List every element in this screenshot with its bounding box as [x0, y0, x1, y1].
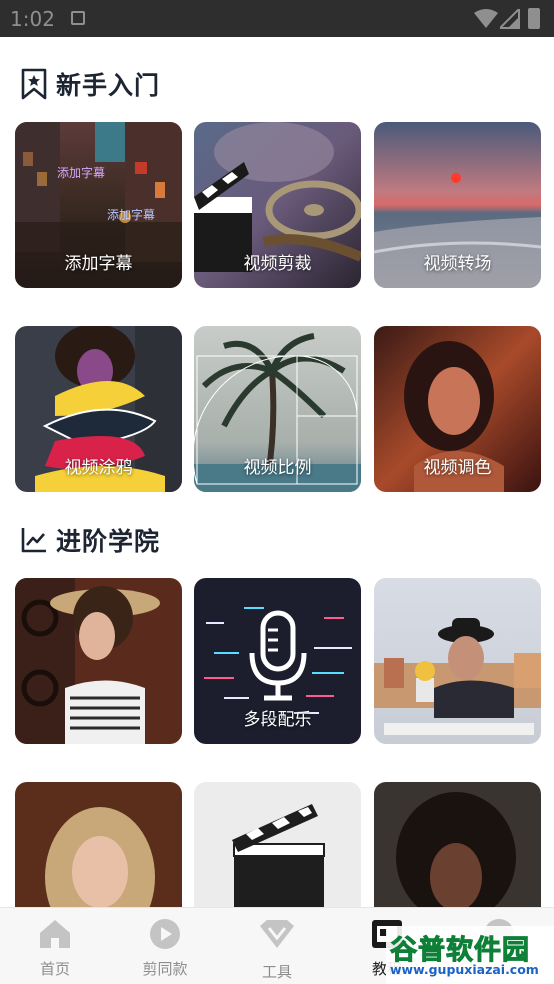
section-advanced-header: 进阶学院 — [20, 520, 160, 560]
woman-straw-hat-image — [15, 578, 182, 744]
tab-label: 剪同款 — [142, 960, 188, 978]
watermark: 谷普软件园 www.gupuxiazai.com — [386, 926, 554, 984]
battery-icon — [528, 8, 540, 29]
tab-label: 工具 — [261, 963, 292, 981]
tutorial-card-multi-music[interactable]: 多段配乐 — [194, 578, 361, 744]
card-label: 添加字幕 — [64, 254, 133, 274]
home-icon — [40, 920, 70, 948]
bookmark-star-icon — [21, 68, 47, 100]
card-label: 视频转场 — [423, 254, 492, 274]
tab-template[interactable]: 剪同款 — [110, 908, 220, 984]
card-label: 视频调色 — [423, 458, 492, 478]
trend-chart-icon — [21, 528, 46, 553]
wifi-icon — [474, 9, 498, 28]
card-label: 视频比例 — [243, 458, 312, 478]
tutorial-card-video-ratio[interactable]: 视频比例 — [194, 326, 361, 492]
tutorial-card-advanced-1[interactable] — [15, 578, 182, 744]
section-beginner-header: 新手入门 — [20, 64, 160, 104]
card-label: 视频剪裁 — [243, 254, 312, 274]
tab-home[interactable]: 首页 — [0, 908, 110, 984]
section-title: 新手入门 — [56, 71, 161, 100]
subtitle-overlay-a: 添加字幕 — [57, 166, 106, 180]
card-label: 视频涂鸦 — [64, 458, 133, 478]
woman-black-hat-image — [374, 578, 541, 744]
tutorial-card-video-trim[interactable]: 视频剪裁 — [194, 122, 361, 288]
status-time: 1:02 — [10, 7, 55, 31]
diamond-icon — [260, 920, 294, 948]
play-circle-icon — [150, 919, 180, 949]
tab-tools[interactable]: 工具 — [222, 908, 332, 984]
signal-icon — [500, 9, 520, 29]
tab-label: 首页 — [39, 960, 70, 978]
tutorial-card-video-transition[interactable]: 视频转场 — [374, 122, 541, 288]
tutorial-card-color-grading[interactable]: 视频调色 — [374, 326, 541, 492]
card-label: 多段配乐 — [243, 710, 312, 730]
section-title: 进阶学院 — [56, 527, 161, 556]
watermark-url: www.gupuxiazai.com — [390, 962, 539, 977]
notification-icon — [71, 11, 85, 25]
subtitle-overlay-b: 添加字幕 — [107, 208, 156, 222]
tutorial-card-video-doodle[interactable]: 视频涂鸦 — [15, 326, 182, 492]
tutorial-card-add-subtitles[interactable]: 添加字幕 添加字幕 添加字幕 — [15, 122, 182, 288]
tutorial-card-advanced-3[interactable] — [374, 578, 541, 744]
status-bar: 1:02 — [0, 0, 554, 37]
